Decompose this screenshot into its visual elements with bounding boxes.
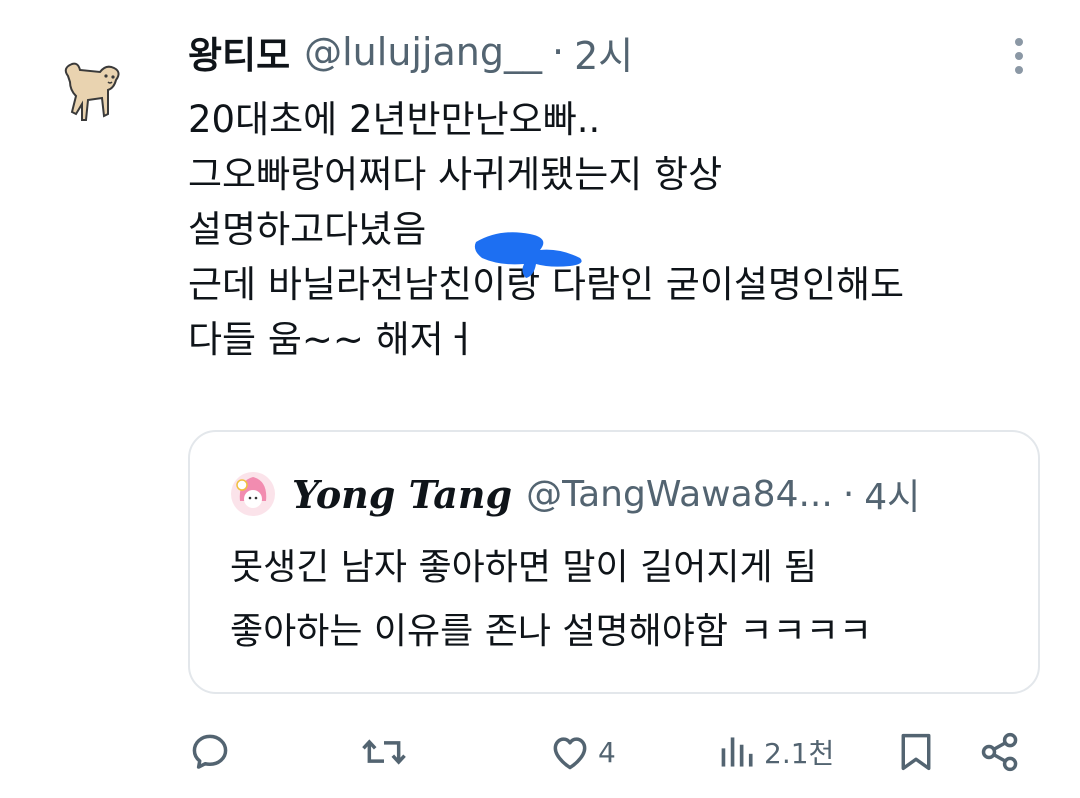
- more-vertical-icon: [1015, 38, 1023, 74]
- views-icon: [721, 737, 753, 767]
- heart-icon: [553, 737, 587, 770]
- quoted-tweet-line: 좋아하는 이유를 존나 설명해야함 ㅋㅋㅋㅋ: [230, 611, 872, 652]
- retweet-button[interactable]: [360, 722, 408, 782]
- tweet-time[interactable]: 2시: [574, 25, 633, 80]
- author-avatar[interactable]: [52, 50, 132, 130]
- tweet-text: 20대초에 2년반만난오빠.. 그오빠랑어쩌다 사귀게됐는지 항상 설명하고다녔…: [188, 92, 1048, 367]
- share-button[interactable]: [978, 722, 1022, 782]
- views-count: 2.1천: [764, 737, 835, 770]
- quoted-author-handle[interactable]: @TangWawa84...: [526, 474, 833, 515]
- share-icon: [981, 732, 1018, 772]
- quoted-author-avatar: [230, 471, 276, 517]
- redaction-scribble: [470, 222, 590, 282]
- reply-button[interactable]: [188, 722, 232, 782]
- tweet-line: 설명하고다녔음: [188, 208, 427, 251]
- tweet-line: 근데 바닐라전남친이랑 다람인 굳이설명인해도: [188, 263, 905, 306]
- tweet-line: 그오빠랑어쩌다 사귀게됐는지 항상: [188, 153, 723, 196]
- separator-dot: ·: [552, 30, 565, 74]
- quoted-tweet-line: 못생긴 남자 좋아하면 말이 길어지게 됨: [230, 547, 818, 588]
- views-button[interactable]: 2.1천: [718, 722, 834, 782]
- quoted-tweet-text: 못생긴 남자 좋아하면 말이 길어지게 됨 좋아하는 이유를 존나 설명해야함 …: [230, 536, 1020, 664]
- retweet-icon: [362, 739, 406, 765]
- quoted-tweet-time[interactable]: 4시: [864, 468, 920, 520]
- like-button[interactable]: 4: [548, 722, 616, 782]
- more-options-button[interactable]: [1004, 34, 1034, 78]
- tweet-action-bar: 4 2.1천: [188, 722, 1038, 782]
- tweet-header: 왕티모 @lulujjang__ · 2시: [188, 22, 633, 82]
- quoted-tweet-card[interactable]: Yong Tang @TangWawa84... · 4시 못생긴 남자 좋아하…: [188, 430, 1040, 694]
- reply-icon: [192, 734, 228, 769]
- separator-dot: ·: [842, 473, 855, 515]
- like-count: 4: [598, 735, 616, 769]
- author-name[interactable]: 왕티모: [188, 25, 290, 79]
- bookmark-button[interactable]: [896, 722, 936, 782]
- tweet-line: 20대초에 2년반만난오빠..: [188, 98, 601, 141]
- author-handle[interactable]: @lulujjang__: [304, 30, 542, 74]
- bookmark-icon: [901, 733, 931, 771]
- tweet-line: 다들 움~~ 해저ㅓ: [188, 318, 478, 361]
- quoted-tweet-header: Yong Tang @TangWawa84... · 4시: [230, 468, 920, 520]
- quoted-author-name[interactable]: Yong Tang: [292, 472, 512, 517]
